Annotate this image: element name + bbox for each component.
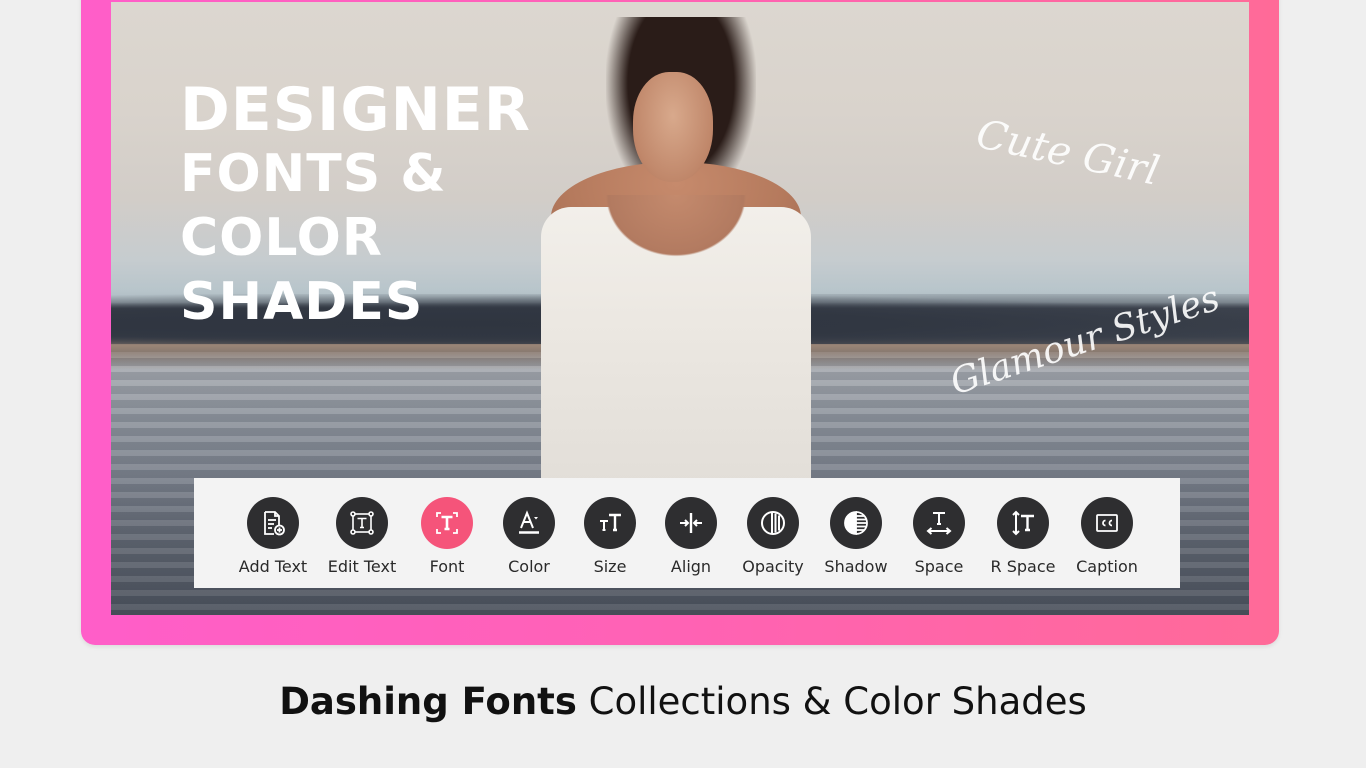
letter-space-icon: [913, 497, 965, 549]
tool-label: Font: [429, 557, 465, 576]
tool-label: Color: [508, 557, 550, 576]
woman-figure: [541, 12, 821, 487]
text-color-icon: [503, 497, 555, 549]
add-text-icon: [247, 497, 299, 549]
text-tools-toolbar: Add Text Edit Text Font Color Size Align…: [194, 478, 1180, 588]
heading-line-1: DESIGNER: [180, 75, 531, 145]
caption-bold: Dashing Fonts: [279, 680, 577, 723]
tool-caption[interactable]: Caption: [1062, 497, 1152, 576]
edit-text-icon: [336, 497, 388, 549]
caption-icon: [1081, 497, 1133, 549]
tool-label: Caption: [1076, 557, 1138, 576]
tool-label: Space: [914, 557, 964, 576]
white-dress: [541, 195, 811, 487]
caption-regular: Collections & Color Shades: [576, 680, 1087, 723]
banner-heading: DESIGNER FONTS & COLOR SHADES: [180, 78, 531, 334]
tool-align[interactable]: Align: [646, 497, 736, 576]
tool-label: Shadow: [824, 557, 888, 576]
tool-color[interactable]: Color: [484, 497, 574, 576]
tool-label: Size: [593, 557, 627, 576]
tool-label: Edit Text: [327, 557, 397, 576]
tool-shadow[interactable]: Shadow: [811, 497, 901, 576]
shadow-icon: [830, 497, 882, 549]
tool-label: Align: [670, 557, 712, 576]
tool-font[interactable]: Font: [402, 497, 492, 576]
line-space-icon: [997, 497, 1049, 549]
tool-r-space[interactable]: R Space: [978, 497, 1068, 576]
tool-opacity[interactable]: Opacity: [728, 497, 818, 576]
tool-label: Opacity: [742, 557, 804, 576]
heading-line-3: COLOR: [180, 208, 383, 268]
promo-caption: Dashing Fonts Collections & Color Shades: [0, 680, 1366, 723]
text-size-icon: [584, 497, 636, 549]
tool-label: Add Text: [238, 557, 308, 576]
tool-edit-text[interactable]: Edit Text: [317, 497, 407, 576]
tool-size[interactable]: Size: [565, 497, 655, 576]
heading-line-2: FONTS &: [180, 144, 447, 204]
face: [633, 72, 713, 182]
tool-label: R Space: [990, 557, 1056, 576]
tool-space[interactable]: Space: [894, 497, 984, 576]
opacity-icon: [747, 497, 799, 549]
align-icon: [665, 497, 717, 549]
font-icon: [421, 497, 473, 549]
heading-line-4: SHADES: [180, 272, 424, 332]
tool-add-text[interactable]: Add Text: [228, 497, 318, 576]
